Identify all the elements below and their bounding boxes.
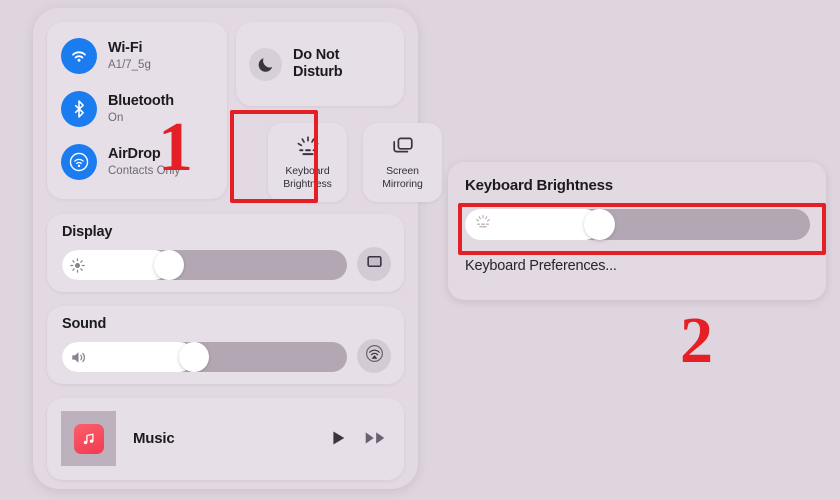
display-slider-card: Display <box>47 214 404 292</box>
sound-slider[interactable] <box>62 342 347 372</box>
moon-icon <box>249 47 282 81</box>
do-not-disturb-label-line1: Do Not <box>293 46 340 63</box>
keyboard-brightness-icon <box>473 214 493 235</box>
keyboard-preferences-link[interactable]: Keyboard Preferences... <box>465 258 617 274</box>
keyboard-brightness-icon <box>293 134 323 160</box>
music-card: Music <box>47 398 404 480</box>
music-title: Music <box>133 430 175 447</box>
keyboard-brightness-popup: Keyboard Brightness Keyboard Preferences… <box>448 162 826 300</box>
display-heading: Display <box>62 224 113 240</box>
album-artwork <box>61 411 116 466</box>
display-slider[interactable] <box>62 250 347 280</box>
sound-slider-card: Sound <box>47 306 404 384</box>
bluetooth-icon <box>61 91 97 127</box>
keyboard-brightness-slider[interactable] <box>465 209 810 240</box>
connectivity-title: Bluetooth <box>108 93 174 110</box>
annotation-marker-2: 2 <box>680 304 713 377</box>
screen-mirroring-label-line2: Mirroring <box>382 178 423 190</box>
connectivity-title: Wi-Fi <box>108 40 143 57</box>
popup-title: Keyboard Brightness <box>465 177 613 194</box>
connectivity-subtitle: A1/7_5g <box>108 58 151 71</box>
connectivity-subtitle: On <box>108 111 124 124</box>
fast-forward-icon[interactable] <box>364 429 388 452</box>
airplay-audio-button[interactable] <box>357 339 391 373</box>
screen-mirroring-icon <box>390 134 416 160</box>
display-monitor-icon <box>365 252 384 276</box>
connectivity-row-wifi[interactable]: Wi-Fi A1/7_5g <box>61 38 151 74</box>
speaker-icon <box>69 349 88 366</box>
keyboard-brightness-tile[interactable]: Keyboard Brightness <box>268 123 347 202</box>
airplay-audio-icon <box>364 343 385 369</box>
connectivity-row-bluetooth[interactable]: Bluetooth On <box>61 91 174 127</box>
screen-mirroring-label-line1: Screen <box>386 165 419 178</box>
keyboard-brightness-label-line1: Keyboard <box>285 165 330 178</box>
play-icon[interactable] <box>328 428 348 453</box>
do-not-disturb-label-line2: Disturb <box>293 64 343 80</box>
music-app-icon <box>73 423 104 454</box>
brightness-sun-icon <box>69 257 86 274</box>
connectivity-title: AirDrop <box>108 146 161 163</box>
connectivity-subtitle: Contacts Only <box>108 164 181 177</box>
sound-heading: Sound <box>62 316 107 332</box>
screen-mirroring-tile[interactable]: Screen Mirroring <box>363 123 442 202</box>
do-not-disturb-tile[interactable]: Do Not Disturb <box>236 22 404 106</box>
screenshot-root: Wi-Fi A1/7_5g Bluetooth On AirDrop Conta… <box>0 0 840 500</box>
keyboard-brightness-label-line2: Brightness <box>283 178 332 190</box>
display-monitor-button[interactable] <box>357 247 391 281</box>
wifi-icon <box>61 38 97 74</box>
connectivity-row-airdrop[interactable]: AirDrop Contacts Only <box>61 144 180 180</box>
control-center-panel: Wi-Fi A1/7_5g Bluetooth On AirDrop Conta… <box>33 8 442 489</box>
airdrop-icon <box>61 144 97 180</box>
connectivity-card: Wi-Fi A1/7_5g Bluetooth On AirDrop Conta… <box>47 22 227 199</box>
